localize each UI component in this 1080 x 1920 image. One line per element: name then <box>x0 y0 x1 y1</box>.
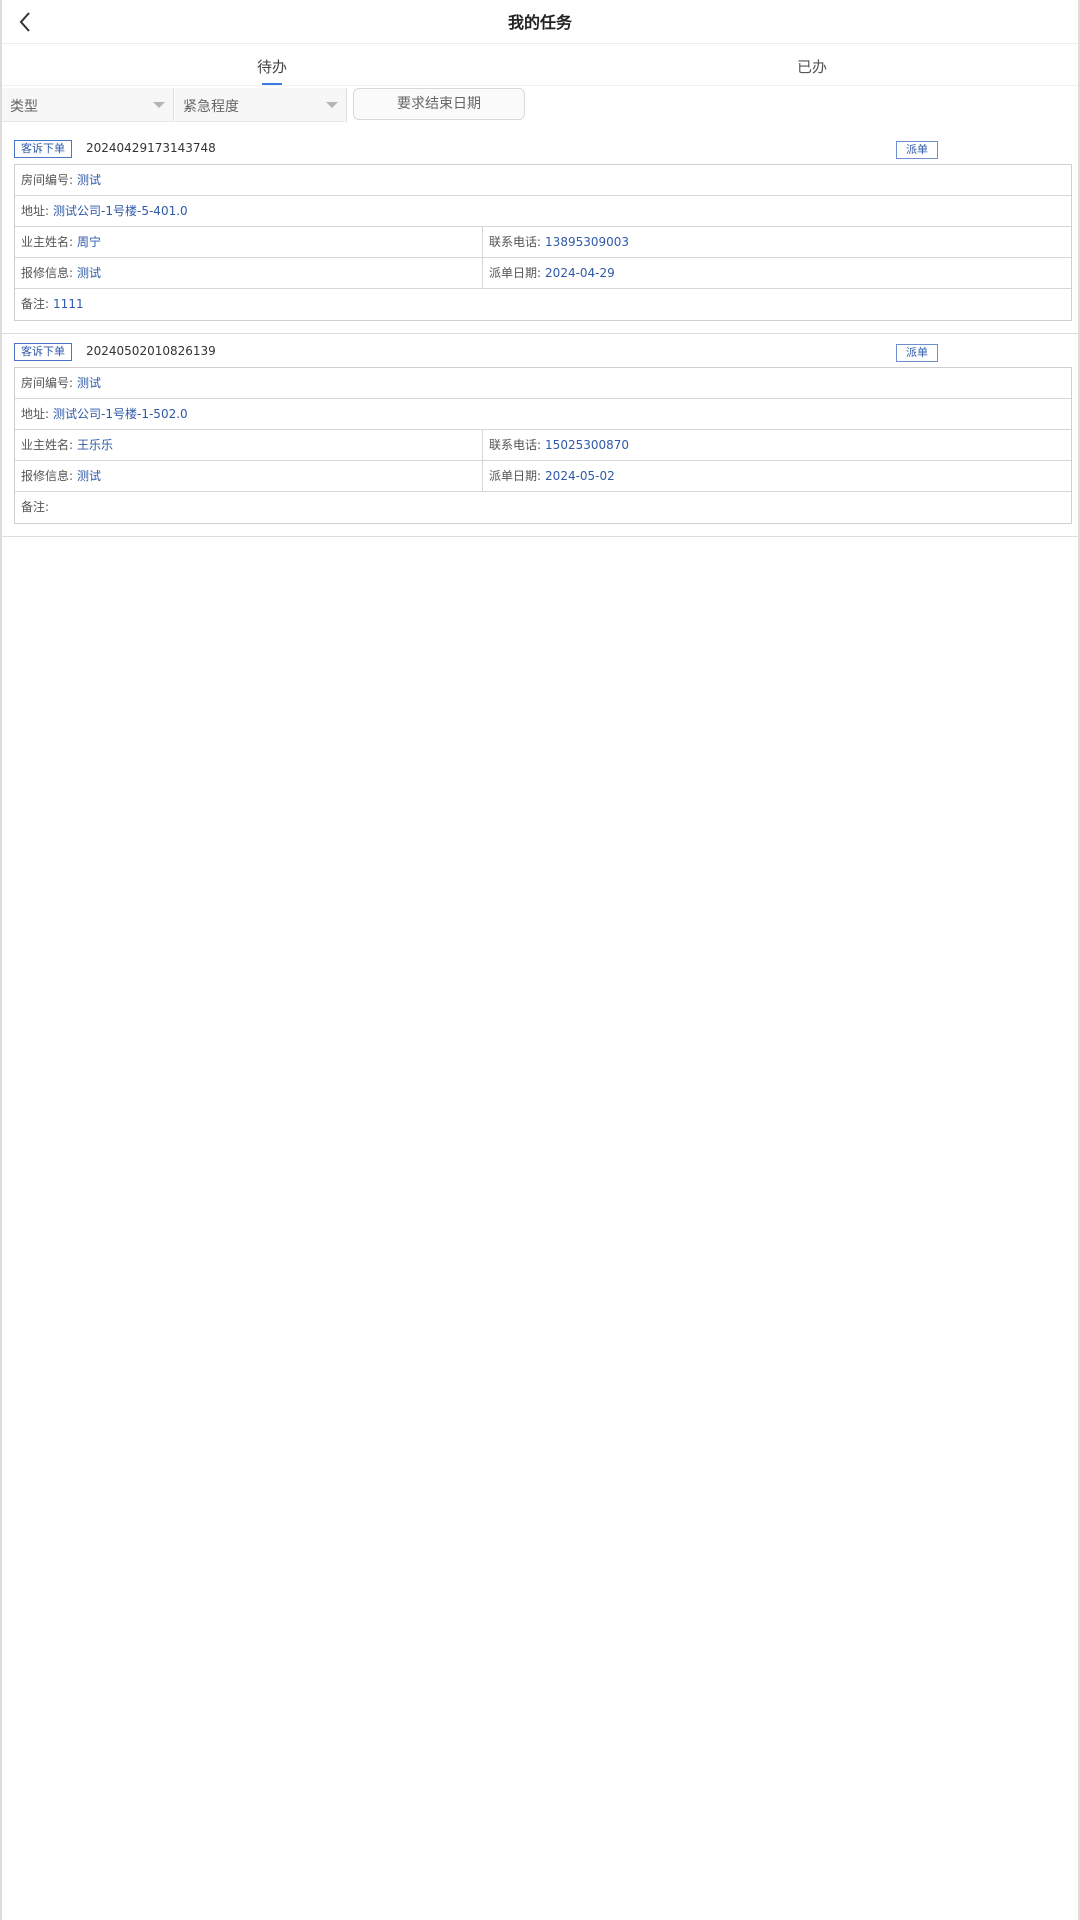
phone-cell: 联系电话: 13895309003 <box>489 235 630 249</box>
repair-info-cell: 报修信息: 测试 <box>15 258 483 289</box>
caret-down-icon <box>326 102 338 108</box>
table-row: 业主姓名: 周宁 联系电话: 13895309003 <box>15 227 1071 258</box>
owner-cell: 业主姓名: 周宁 <box>15 227 483 258</box>
table-row: 报修信息: 测试 派单日期: 2024-05-02 <box>15 461 1071 492</box>
remark: 1111 <box>53 297 84 311</box>
address-cell: 地址: 测试公司-1号楼-1-502.0 <box>21 407 188 421</box>
type-select[interactable]: 类型 <box>2 88 174 122</box>
table-row: 业主姓名: 王乐乐 联系电话: 15025300870 <box>15 430 1071 461</box>
phone-link[interactable]: 15025300870 <box>545 438 629 452</box>
dispatch-date: 2024-05-02 <box>545 469 615 483</box>
tab-bar: 待办 已办 <box>2 46 1078 86</box>
repair-info: 测试 <box>77 469 102 483</box>
room-number-cell: 房间编号: 测试 <box>21 173 102 187</box>
table-row: 备注: 1111 <box>15 289 1071 320</box>
table-row: 报修信息: 测试 派单日期: 2024-04-29 <box>15 258 1071 289</box>
dispatch-button[interactable]: 派单 <box>896 141 938 159</box>
owner-name: 周宁 <box>77 235 102 249</box>
table-row: 房间编号: 测试 <box>15 165 1071 196</box>
order-number: 20240429173143748 <box>86 141 216 155</box>
page: 我的任务 待办 已办 类型 紧急程度 要求结束日期 客诉下单 202404291… <box>0 0 1080 1920</box>
table-row: 地址: 测试公司-1号楼-5-401.0 <box>15 196 1071 227</box>
room-number: 测试 <box>77 173 102 187</box>
task-info-table: 房间编号: 测试 地址: 测试公司-1号楼-1-502.0 业主姓名: 王乐乐 联系电… <box>14 367 1072 524</box>
dispatch-date: 2024-04-29 <box>545 266 615 280</box>
dispatch-button[interactable]: 派单 <box>896 344 938 362</box>
dispatch-date-cell: 派单日期: 2024-04-29 <box>489 266 615 280</box>
caret-down-icon <box>153 102 165 108</box>
task-card-header: 客诉下单 20240502010826139 派单 <box>14 343 1064 363</box>
room-number-cell: 房间编号: 测试 <box>21 376 102 390</box>
table-row: 备注: <box>15 492 1071 523</box>
remark-cell: 备注: 1111 <box>21 297 84 311</box>
address: 测试公司-1号楼-5-401.0 <box>53 204 188 218</box>
top-bar: 我的任务 <box>2 0 1078 44</box>
active-tab-indicator <box>262 83 282 85</box>
order-number: 20240502010826139 <box>86 344 216 358</box>
table-row: 地址: 测试公司-1号楼-1-502.0 <box>15 399 1071 430</box>
urgency-select-label: 紧急程度 <box>183 99 239 115</box>
repair-info-cell: 报修信息: 测试 <box>15 461 483 492</box>
task-card: 客诉下单 20240429173143748 派单 房间编号: 测试 地址: 测试公… <box>2 134 1078 334</box>
urgency-select[interactable]: 紧急程度 <box>175 88 347 122</box>
address: 测试公司-1号楼-1-502.0 <box>53 407 188 421</box>
task-card-header: 客诉下单 20240429173143748 派单 <box>14 140 1064 160</box>
tab-todo[interactable]: 待办 <box>2 56 542 77</box>
tab-done[interactable]: 已办 <box>542 56 1078 77</box>
task-card: 客诉下单 20240502010826139 派单 房间编号: 测试 地址: 测试公… <box>2 337 1078 537</box>
dispatch-date-cell: 派单日期: 2024-05-02 <box>489 469 615 483</box>
filter-bar: 类型 紧急程度 要求结束日期 <box>2 88 1078 122</box>
remark-cell: 备注: <box>21 500 50 514</box>
repair-info: 测试 <box>77 266 102 280</box>
task-info-table: 房间编号: 测试 地址: 测试公司-1号楼-5-401.0 业主姓名: 周宁 联系电话… <box>14 164 1072 321</box>
task-type-tag: 客诉下单 <box>14 343 72 361</box>
page-title: 我的任务 <box>507 13 572 32</box>
phone-link[interactable]: 13895309003 <box>545 235 629 249</box>
owner-cell: 业主姓名: 王乐乐 <box>15 430 483 461</box>
owner-name: 王乐乐 <box>77 438 114 452</box>
end-date-picker[interactable]: 要求结束日期 <box>353 88 525 120</box>
address-cell: 地址: 测试公司-1号楼-5-401.0 <box>21 204 188 218</box>
task-type-tag: 客诉下单 <box>14 140 72 158</box>
type-select-label: 类型 <box>10 99 38 115</box>
phone-cell: 联系电话: 15025300870 <box>489 438 630 452</box>
table-row: 房间编号: 测试 <box>15 368 1071 399</box>
room-number: 测试 <box>77 376 102 390</box>
